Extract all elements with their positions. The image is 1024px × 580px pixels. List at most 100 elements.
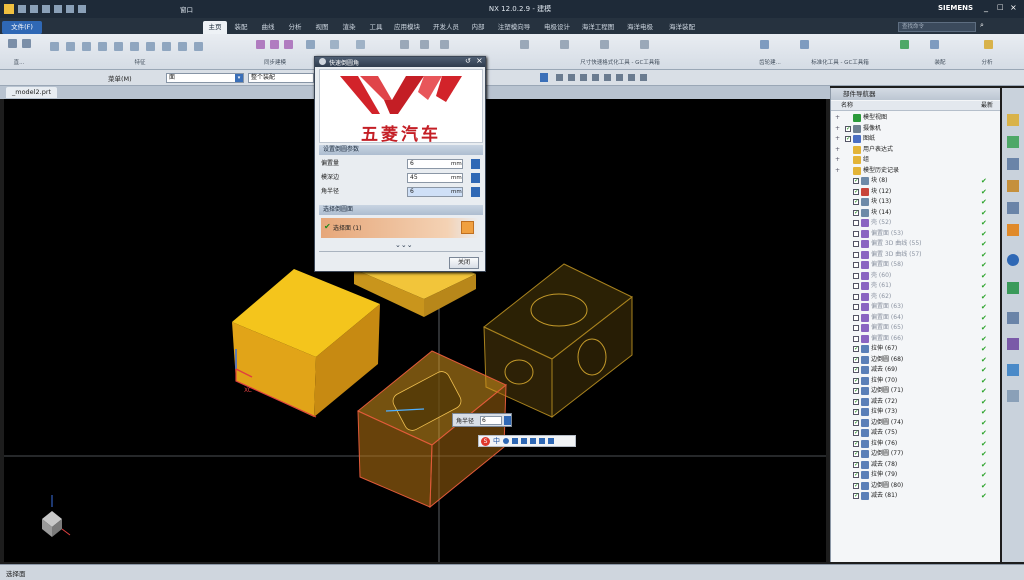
tree-row[interactable]: 偏置 3D 曲线 (57) ✔ [831, 250, 999, 261]
tree-row[interactable]: 壳 (60) ✔ [831, 271, 999, 282]
tree-row[interactable]: + 图纸 [831, 134, 999, 145]
visibility-checkbox[interactable] [853, 251, 859, 258]
extrude-icon[interactable] [50, 42, 59, 51]
visibility-checkbox[interactable] [853, 491, 859, 501]
tab-home[interactable]: 主页 [203, 21, 227, 34]
dimension-icon[interactable] [400, 40, 409, 49]
tree-row[interactable]: 减去 (75) ✔ [831, 428, 999, 439]
expand-icon[interactable]: + [835, 145, 840, 155]
snap-endpoint-icon[interactable] [556, 74, 563, 81]
tree-row[interactable]: 偏置面 (65) ✔ [831, 323, 999, 334]
tree-row[interactable]: 边倒圆 (68) ✔ [831, 355, 999, 366]
tree-row[interactable]: 拉伸 (70) ✔ [831, 376, 999, 387]
skin-icon[interactable] [539, 438, 545, 444]
tree-row[interactable]: 减去 (81) ✔ [831, 491, 999, 502]
tree-row[interactable]: 拉伸 (67) ✔ [831, 344, 999, 355]
sogou-icon[interactable]: S [481, 436, 490, 446]
keyboard-icon[interactable] [521, 438, 527, 444]
pull-face-icon[interactable] [270, 40, 279, 49]
close-button[interactable]: × [1010, 3, 1017, 12]
params-section-header[interactable]: 设置倒圆参数 [319, 145, 483, 155]
tree-row[interactable]: 拉伸 (79) ✔ [831, 470, 999, 481]
visibility-checkbox[interactable] [853, 418, 859, 428]
select-face-icon[interactable] [461, 221, 474, 234]
tab-render[interactable]: 渲染 [337, 21, 361, 34]
tree-row[interactable]: 边倒圆 (80) ✔ [831, 481, 999, 492]
tab-applications[interactable]: 应用模块 [390, 21, 424, 34]
web-browser-icon[interactable] [1007, 224, 1019, 236]
replace-face-icon[interactable] [306, 40, 315, 49]
undo-icon[interactable] [30, 5, 38, 13]
tree-row[interactable]: 减去 (78) ✔ [831, 460, 999, 471]
note-icon[interactable] [440, 40, 449, 49]
expand-icon[interactable]: + [835, 113, 840, 123]
tree-row[interactable]: 偏置 3D 曲线 (55) ✔ [831, 239, 999, 250]
dialog-close-icon[interactable]: × [476, 56, 483, 65]
draft-icon[interactable] [178, 42, 187, 51]
pattern-icon[interactable] [194, 42, 203, 51]
tree-row[interactable]: + 用户表达式 [831, 145, 999, 156]
visibility-checkbox[interactable] [853, 197, 859, 207]
search-icon[interactable]: ⌕ [980, 21, 990, 31]
roles-icon[interactable] [1007, 312, 1019, 324]
visibility-checkbox[interactable] [853, 397, 859, 407]
redo-icon[interactable] [42, 5, 50, 13]
tab-internal[interactable]: 内部 [466, 21, 490, 34]
snap-curve-icon[interactable] [640, 74, 647, 81]
assembly-navigator-icon[interactable] [1007, 136, 1019, 148]
more-options-chevron-icon[interactable]: ⌄⌄⌄ [395, 241, 413, 249]
visibility-checkbox[interactable] [853, 208, 859, 218]
visibility-checkbox[interactable] [853, 220, 859, 226]
visibility-checkbox[interactable] [853, 272, 859, 279]
tab-view[interactable]: 视图 [310, 21, 334, 34]
part-navigator-icon[interactable] [1007, 114, 1019, 126]
solid-yellow-block[interactable] [232, 269, 380, 418]
snap-center-icon[interactable] [580, 74, 587, 81]
expand-icon[interactable]: + [835, 134, 840, 144]
tree-row[interactable]: 偏置面 (66) ✔ [831, 334, 999, 345]
tab-developer[interactable]: 开发人员 [429, 21, 463, 34]
tab-tools[interactable]: 工具 [364, 21, 388, 34]
radius-spinner-icon[interactable] [471, 187, 480, 197]
tree-row[interactable]: 边倒圆 (77) ✔ [831, 449, 999, 460]
visibility-checkbox[interactable] [853, 241, 859, 247]
history-icon[interactable] [1007, 254, 1019, 266]
tree-row[interactable]: 偏置面 (58) ✔ [831, 260, 999, 271]
tree-row[interactable]: 壳 (62) ✔ [831, 292, 999, 303]
hole-icon[interactable] [82, 42, 91, 51]
gear-tool-icon[interactable] [760, 40, 769, 49]
tab-assembly[interactable]: 装配 [229, 21, 253, 34]
tree-row[interactable]: + 模型历史记录 [831, 166, 999, 177]
tree-row[interactable]: 拉伸 (73) ✔ [831, 407, 999, 418]
visibility-checkbox[interactable] [853, 293, 859, 300]
ime-language[interactable]: 中 [493, 436, 500, 446]
tree-row[interactable]: + 摄像机 [831, 124, 999, 135]
moon-icon[interactable] [503, 438, 509, 444]
onscreen-input-value[interactable]: 6 [480, 416, 502, 425]
dialog-close-button[interactable]: 关闭 [449, 257, 479, 269]
visibility-checkbox[interactable] [853, 460, 859, 470]
snap-midpoint-icon[interactable] [568, 74, 575, 81]
tab-ocean-electrode[interactable]: 海洋电极 [622, 21, 658, 34]
snap-face-icon[interactable] [628, 74, 635, 81]
voice-icon[interactable] [530, 438, 536, 444]
visibility-checkbox[interactable] [853, 335, 859, 342]
column-latest[interactable]: 最新 [981, 101, 993, 111]
visibility-checkbox[interactable] [853, 386, 859, 396]
visibility-checkbox[interactable] [853, 344, 859, 354]
expand-icon[interactable]: + [835, 166, 840, 176]
snap-quadrant-icon[interactable] [604, 74, 611, 81]
command-search-input[interactable]: 查找命令 [898, 22, 976, 32]
select-section-header[interactable]: 选择倒圆面 [319, 205, 483, 215]
scope-dropdown[interactable]: 整个装配 [248, 73, 314, 83]
standard-tool-icon[interactable] [800, 40, 809, 49]
tree-row[interactable]: + 组 [831, 155, 999, 166]
subtract-icon[interactable] [114, 42, 123, 51]
align-icon[interactable] [640, 40, 649, 49]
tools-icon[interactable] [548, 438, 554, 444]
visibility-checkbox[interactable] [853, 481, 859, 491]
text-format-icon[interactable] [600, 40, 609, 49]
tab-mold-wizard[interactable]: 注塑模向导 [494, 21, 534, 34]
tab-ocean-drawing[interactable]: 海洋工程图 [578, 21, 618, 34]
snap-intersection-icon[interactable] [592, 74, 599, 81]
